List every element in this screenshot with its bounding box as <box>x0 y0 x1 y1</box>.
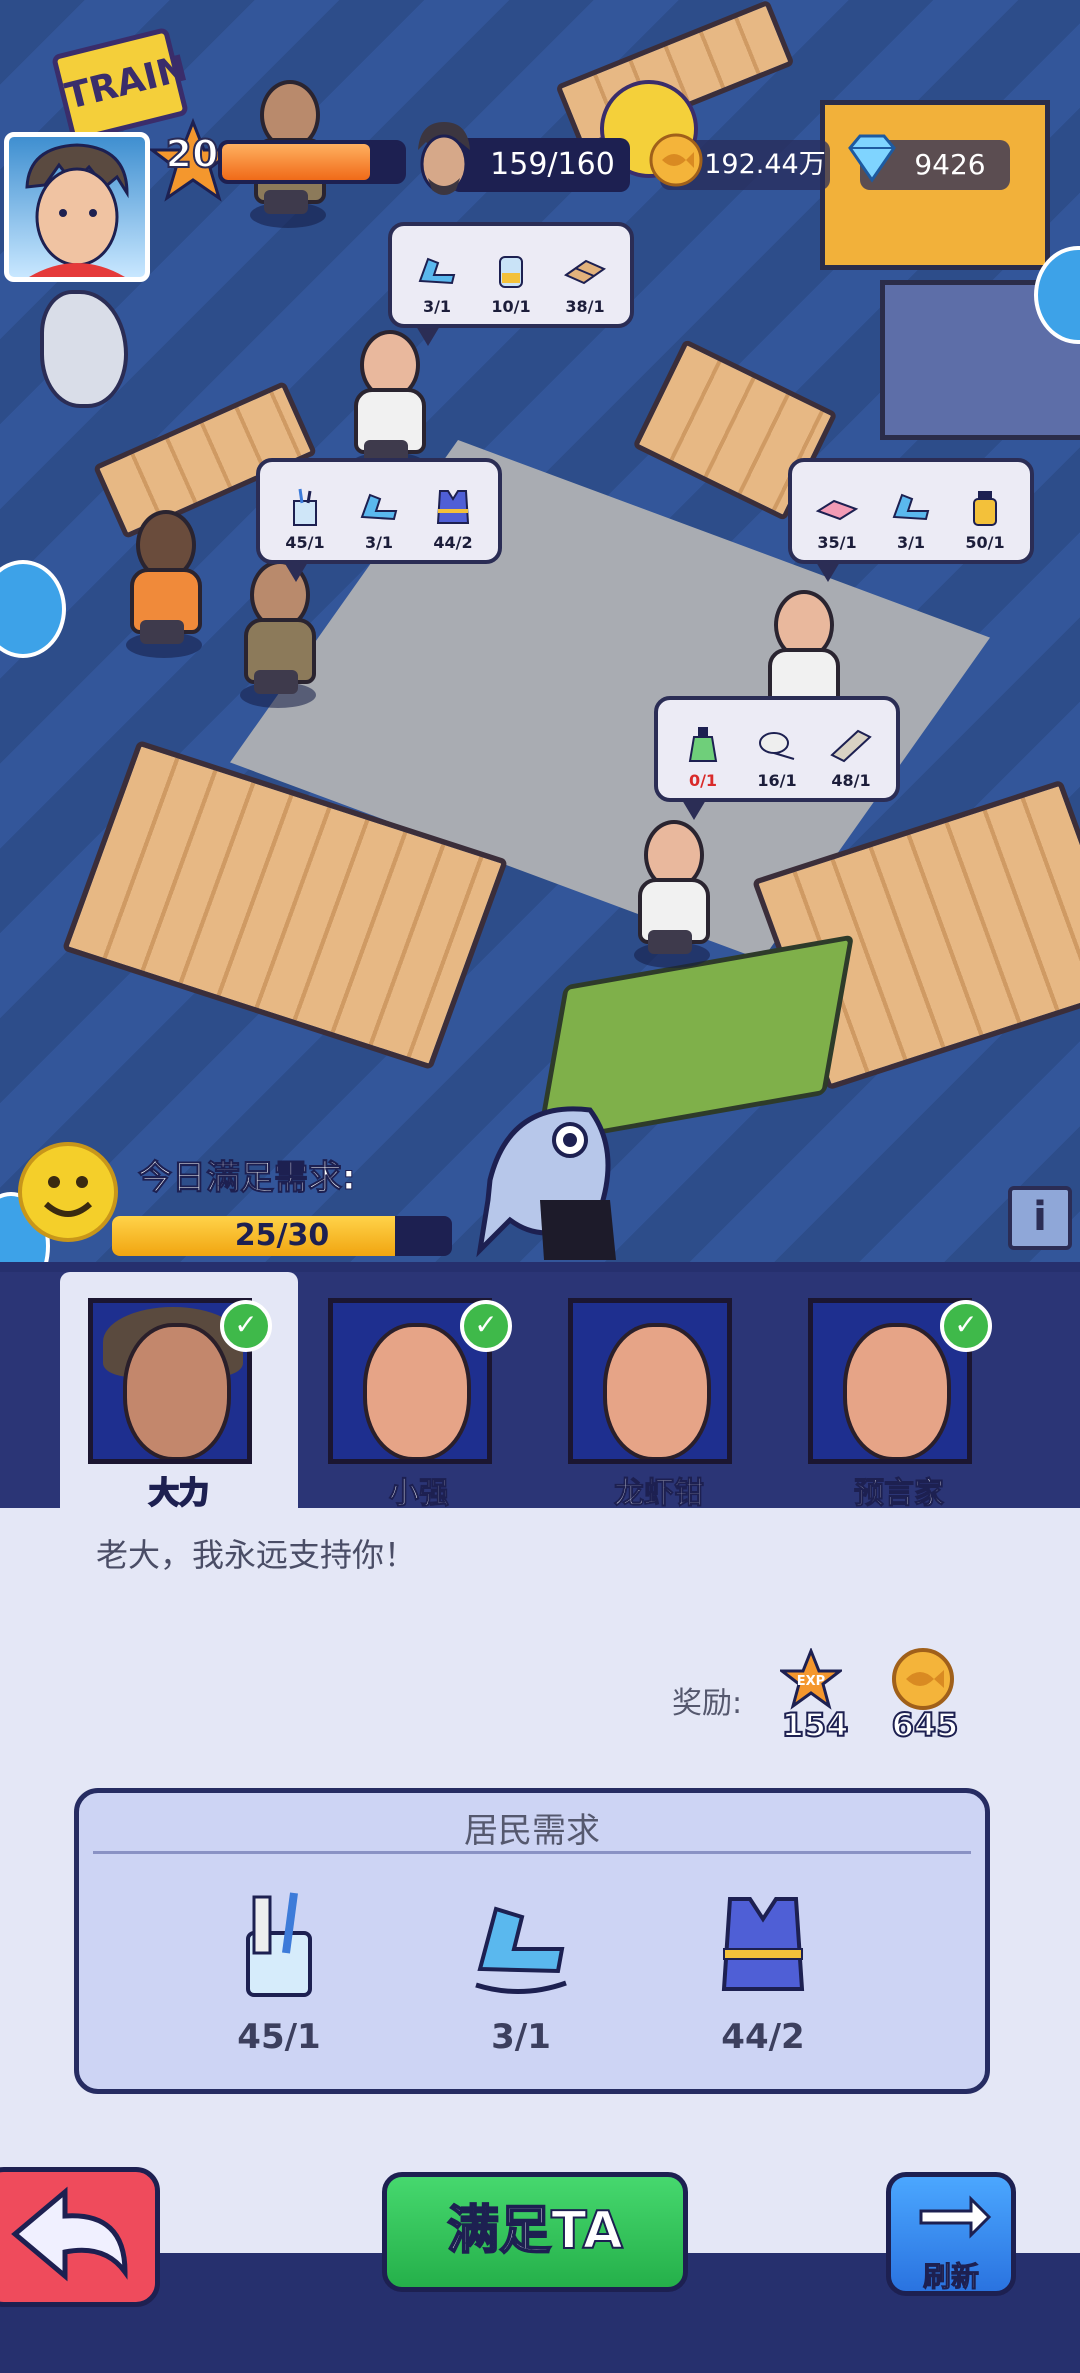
item-count: 10/1 <box>491 297 531 316</box>
reward-exp-value: 154 <box>781 1705 850 1745</box>
bottle-icon <box>973 491 997 526</box>
need-item[interactable]: 44/2 <box>683 1889 843 2057</box>
toilet-paper-icon <box>759 732 795 760</box>
xp-progress-bar <box>218 140 406 184</box>
resident-name: 龙虾钳 <box>614 1476 705 1512</box>
recliner-chair-icon <box>418 257 456 285</box>
tab-resident-dali[interactable]: ✓ 大力 <box>60 1272 298 1512</box>
resident-portrait <box>568 1298 732 1464</box>
resident-tabs: ✓ 大力 ✓ 小强 龙虾钳 ✓ 预言家 <box>0 1272 1080 1512</box>
refresh-arrows-icon <box>919 2195 992 2239</box>
item-count: 3/1 <box>364 533 394 552</box>
reward-coin-value: 645 <box>891 1705 960 1745</box>
fish-coin-icon <box>649 133 703 187</box>
item-count: 50/1 <box>965 533 1005 552</box>
recliner-chair-icon <box>475 1906 567 1994</box>
item-count: 48/1 <box>831 771 871 790</box>
life-vest-icon <box>721 1897 805 1991</box>
bed-icon <box>815 499 859 521</box>
reward-label: 奖励: <box>672 1686 743 1721</box>
gem-balance: 9426 <box>914 148 986 181</box>
game-world[interactable]: TRAIN 3/1 10/1 38/1 45/1 3/1 44/2 35/1 3… <box>0 0 1080 1265</box>
need-count: 3/1 <box>491 2017 551 2057</box>
need-count: 45/1 <box>237 2017 321 2057</box>
resident-name: 大力 <box>148 1475 210 1512</box>
resident-panel: ✓ 大力 ✓ 小强 龙虾钳 ✓ 预言家 老大，我永远支持你！ 奖励: EXP 1… <box>0 1262 1080 2373</box>
paper-roll-icon <box>830 729 872 763</box>
resident-needs-box: 居民需求 45/1 3/1 44/2 <box>74 1788 990 2094</box>
refresh-label: 刷新 <box>922 2260 979 2294</box>
water-jug-icon <box>499 256 523 288</box>
player-avatar[interactable] <box>4 132 150 282</box>
need-bubble[interactable]: 0/1 16/1 48/1 <box>654 696 900 820</box>
recliner-chair-icon <box>360 493 398 521</box>
potion-bottle-icon <box>688 727 718 762</box>
item-count: 35/1 <box>817 533 857 552</box>
resident-name: 预言家 <box>854 1476 945 1512</box>
satisfy-button[interactable]: 满足TA <box>382 2172 688 2292</box>
checkmark-icon: ✓ <box>220 1300 272 1352</box>
need-count: 44/2 <box>721 2017 805 2057</box>
toothbrush-cup-icon <box>293 488 317 526</box>
item-count: 44/2 <box>433 533 473 552</box>
smiley-face-icon <box>18 1142 118 1242</box>
need-bubble[interactable]: 3/1 10/1 38/1 <box>388 222 634 346</box>
daily-progress-text: 25/30 <box>234 1218 330 1253</box>
item-count: 3/1 <box>422 297 452 316</box>
need-item[interactable]: 45/1 <box>199 1889 359 2057</box>
recliner-chair-icon <box>892 493 930 521</box>
need-bubble[interactable]: 35/1 3/1 50/1 <box>788 458 1034 582</box>
player-level: 20 <box>165 131 220 177</box>
item-count-insufficient: 0/1 <box>688 771 718 790</box>
fish-coin-icon <box>892 1648 954 1710</box>
exp-star-icon: EXP <box>780 1648 842 1710</box>
daily-needs-label: 今日满足需求: <box>138 1158 357 1199</box>
xp-progress-fill <box>222 144 370 180</box>
fish-mascot-icon <box>476 1106 616 1260</box>
refresh-button[interactable]: 刷新 <box>886 2172 1016 2296</box>
needs-title: 居民需求 <box>464 1811 600 1851</box>
need-item[interactable]: 3/1 <box>441 1889 601 2057</box>
need-bubble[interactable]: 45/1 3/1 44/2 <box>256 458 502 582</box>
tab-resident-xiaoqiang[interactable]: ✓ 小强 <box>300 1272 538 1512</box>
back-button[interactable] <box>0 2167 160 2307</box>
item-count: 45/1 <box>285 533 325 552</box>
info-button[interactable]: i <box>1008 1186 1072 1250</box>
checkmark-icon: ✓ <box>460 1300 512 1352</box>
checkmark-icon: ✓ <box>940 1300 992 1352</box>
life-vest-icon <box>436 490 470 524</box>
player-portrait-icon <box>25 143 129 277</box>
population-count: 159/160 <box>490 147 615 182</box>
item-count: 38/1 <box>565 297 605 316</box>
tab-resident-longxiaqian[interactable]: 龙虾钳 <box>540 1272 778 1512</box>
coin-balance: 192.44万 <box>704 149 826 180</box>
tab-resident-yuyanjia[interactable]: ✓ 预言家 <box>780 1272 1018 1512</box>
resident-quote: 老大，我永远支持你！ <box>96 1536 417 1574</box>
item-count: 3/1 <box>896 533 926 552</box>
resident-name: 小强 <box>389 1476 450 1512</box>
divider <box>93 1851 971 1854</box>
item-count: 16/1 <box>757 771 797 790</box>
back-arrow-icon <box>11 2186 128 2282</box>
exp-badge-text: EXP <box>797 1674 825 1689</box>
toothbrush-cup-icon <box>246 1892 312 1997</box>
wood-planks-icon <box>563 259 607 285</box>
